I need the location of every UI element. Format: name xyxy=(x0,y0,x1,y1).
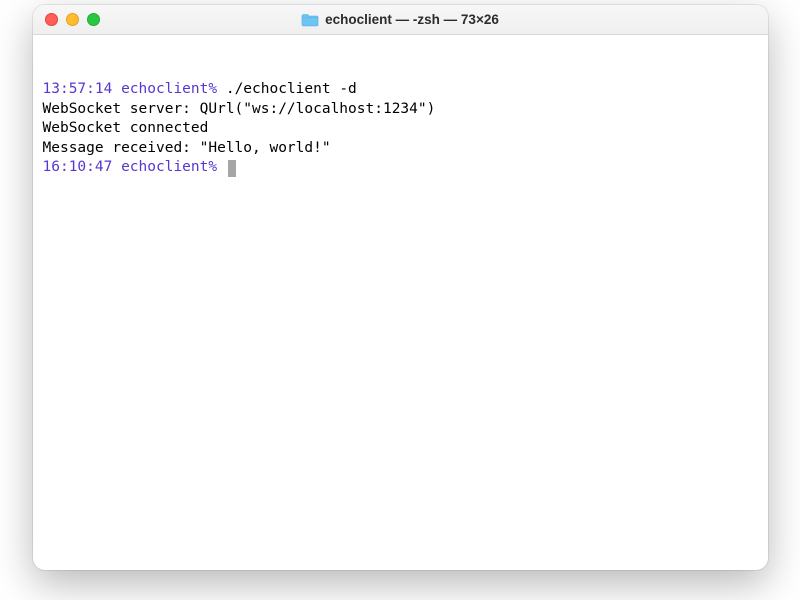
window-title-block: echoclient — -zsh — 73×26 xyxy=(33,12,768,27)
command-text xyxy=(217,159,226,175)
terminal-line: WebSocket connected xyxy=(43,119,758,139)
window-titlebar[interactable]: echoclient — -zsh — 73×26 xyxy=(33,5,768,35)
prompt: 13:57:14 echoclient% xyxy=(43,81,218,97)
output-text: WebSocket connected xyxy=(43,120,209,136)
terminal-line: 13:57:14 echoclient% ./echoclient -d xyxy=(43,80,758,100)
maximize-button[interactable] xyxy=(87,13,100,26)
window-title: echoclient — -zsh — 73×26 xyxy=(325,12,499,27)
terminal-body[interactable]: 13:57:14 echoclient% ./echoclient -dWebS… xyxy=(33,35,768,570)
cursor xyxy=(228,160,236,177)
prompt: 16:10:47 echoclient% xyxy=(43,159,218,175)
minimize-button[interactable] xyxy=(66,13,79,26)
terminal-line: WebSocket server: QUrl("ws://localhost:1… xyxy=(43,100,758,120)
traffic-lights xyxy=(45,13,100,26)
output-text: WebSocket server: QUrl("ws://localhost:1… xyxy=(43,101,436,117)
command-text: ./echoclient -d xyxy=(217,81,357,97)
terminal-line: 16:10:47 echoclient% xyxy=(43,158,758,178)
output-text: Message received: "Hello, world!" xyxy=(43,140,331,156)
terminal-line: Message received: "Hello, world!" xyxy=(43,139,758,159)
terminal-window: echoclient — -zsh — 73×26 13:57:14 echoc… xyxy=(33,5,768,570)
folder-icon xyxy=(301,13,319,27)
close-button[interactable] xyxy=(45,13,58,26)
